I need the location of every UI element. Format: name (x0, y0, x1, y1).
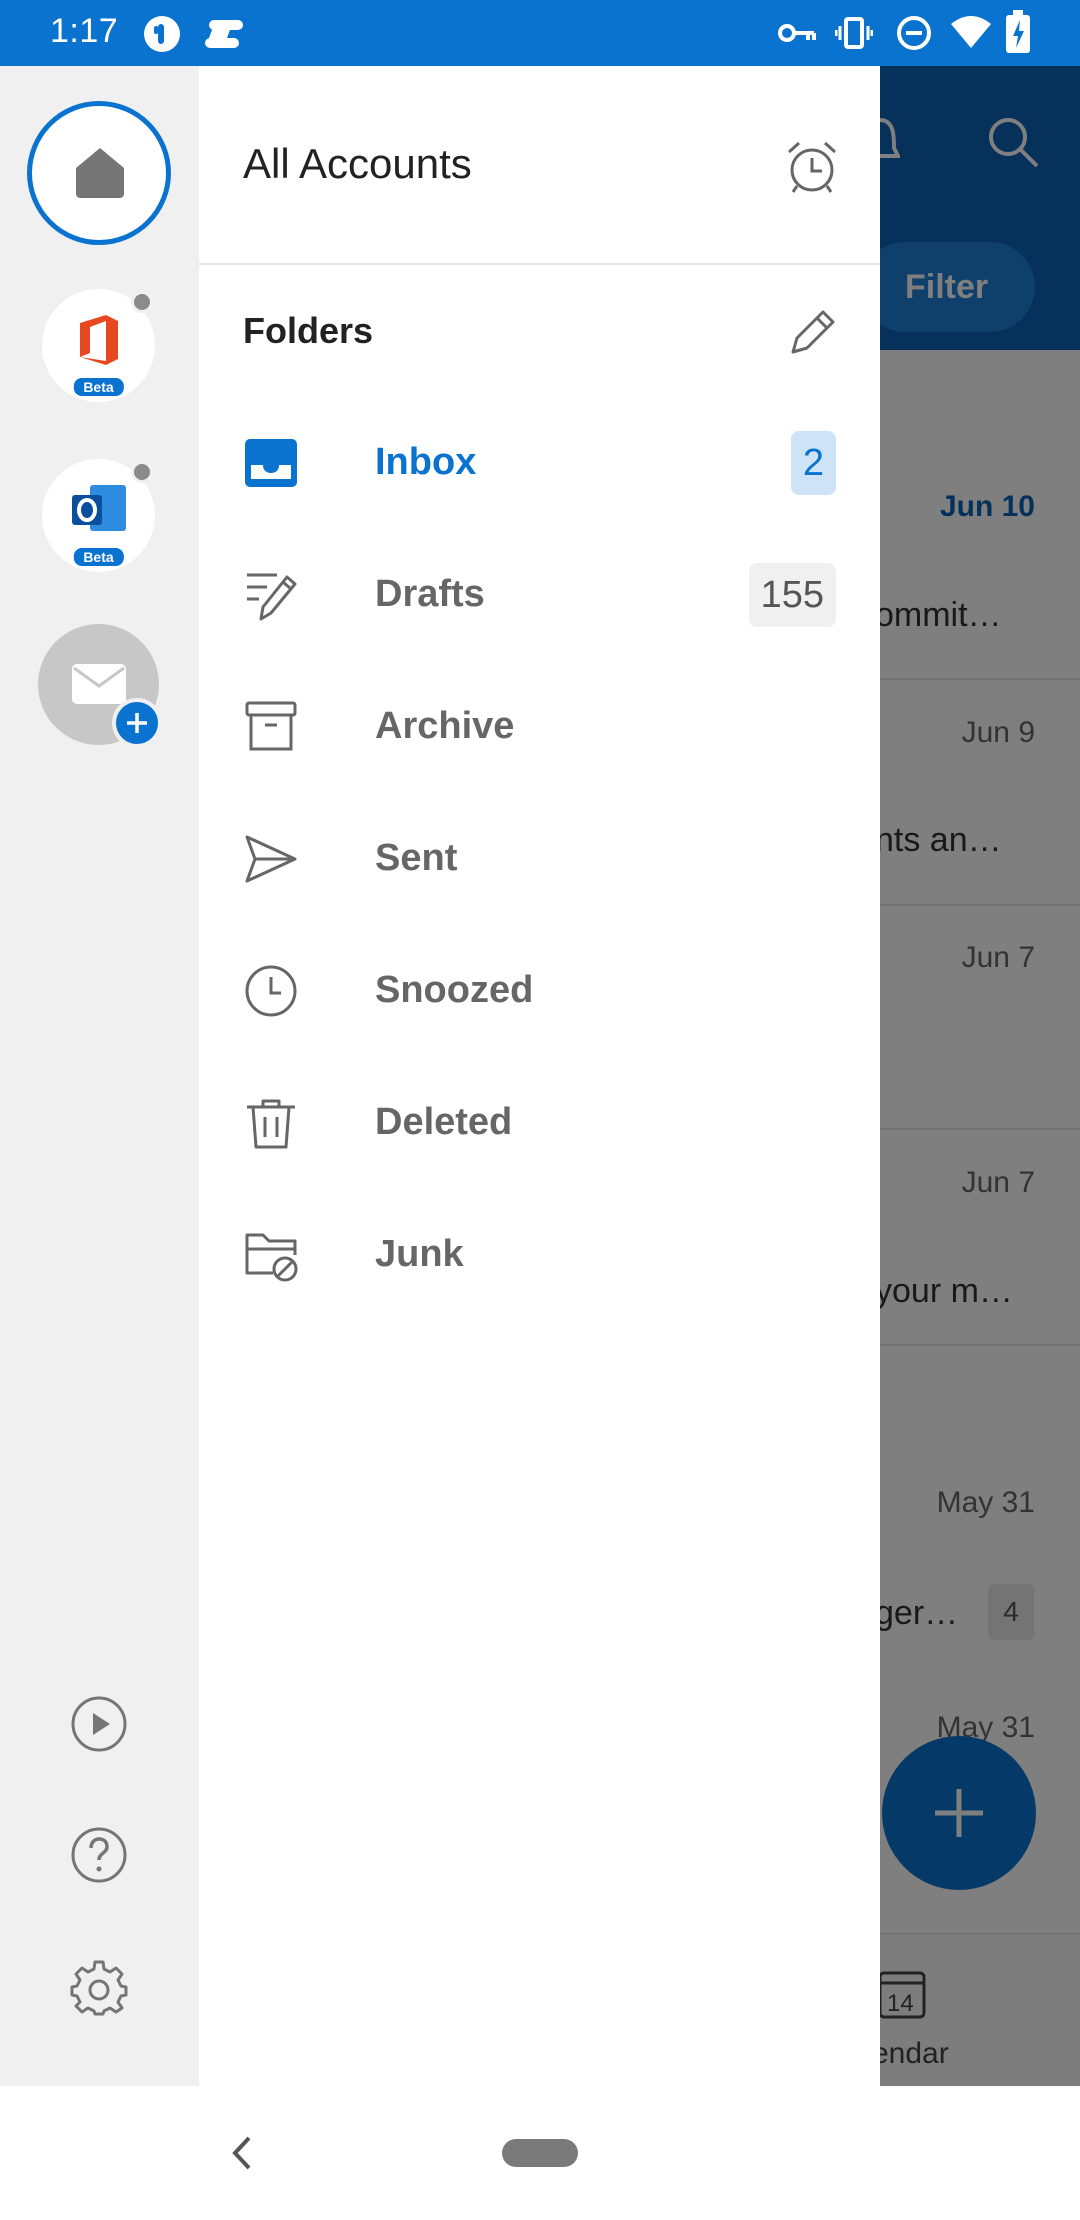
account-rail: Beta Beta (0, 66, 199, 2086)
folder-item-inbox[interactable]: Inbox 2 (199, 397, 880, 529)
junk-folder-icon (245, 1233, 298, 1282)
folder-label: Sent (375, 837, 458, 879)
back-chevron-icon[interactable] (225, 2126, 255, 2180)
battery-charging-icon (1006, 10, 1030, 53)
home-icon (76, 148, 124, 198)
drawer-title: All Accounts (243, 140, 472, 187)
folder-item-junk[interactable]: Junk (199, 1189, 880, 1321)
account-status-dot (131, 461, 153, 483)
office-beta-account-button[interactable]: Beta (42, 289, 155, 402)
folder-label: Drafts (375, 573, 485, 615)
folder-item-archive[interactable]: Archive (199, 661, 880, 793)
plus-icon (127, 713, 147, 733)
folder-item-deleted[interactable]: Deleted (199, 1057, 880, 1189)
folder-label: Inbox (375, 441, 477, 483)
outlook-beta-account-button[interactable]: Beta (42, 459, 155, 572)
folder-label: Deleted (375, 1101, 513, 1143)
archive-icon (245, 701, 297, 751)
status-time: 1:17 (50, 12, 119, 50)
dnd-icon (897, 16, 931, 50)
trash-icon (247, 1099, 295, 1149)
outlook-logo-icon (72, 485, 126, 531)
folders-section-title: Folders (243, 310, 374, 351)
vibrate-icon (835, 17, 873, 49)
beta-badge: Beta (73, 548, 124, 566)
settings-gear-icon[interactable] (70, 1959, 128, 2017)
account-status-dot (131, 291, 153, 313)
folder-item-sent[interactable]: Sent (199, 793, 880, 925)
status-bar: 1:17 (0, 0, 1080, 66)
play-icon[interactable] (70, 1695, 128, 1753)
folder-item-drafts[interactable]: Drafts 155 (199, 529, 880, 661)
drawer-divider (199, 263, 880, 265)
mail-icon (72, 664, 126, 704)
folder-label: Snoozed (375, 969, 534, 1011)
beta-badge: Beta (73, 378, 124, 396)
alarm-clock-icon[interactable] (785, 140, 839, 194)
drafts-icon (247, 573, 297, 621)
office-logo-icon (80, 315, 118, 365)
count-badge: 155 (748, 563, 836, 627)
snoozed-clock-icon (245, 965, 297, 1017)
sent-icon (245, 835, 297, 883)
app-icon (144, 16, 180, 52)
folder-item-snoozed[interactable]: Snoozed (199, 925, 880, 1057)
unread-count-badge: 2 (790, 431, 836, 495)
link-icon (205, 20, 243, 48)
inbox-icon (245, 439, 297, 487)
help-icon[interactable] (70, 1826, 128, 1884)
folder-label: Archive (375, 705, 515, 747)
folder-label: Junk (375, 1233, 464, 1275)
vpn-key-icon (778, 24, 816, 42)
home-account-button[interactable] (27, 101, 171, 245)
wifi-icon (951, 16, 991, 48)
folder-drawer: All Accounts Folders Inbox 2 Drafts 155 … (199, 66, 880, 2086)
add-account-plus-icon[interactable] (112, 698, 162, 748)
edit-pencil-icon[interactable] (787, 306, 839, 358)
home-gesture-pill[interactable] (502, 2139, 578, 2167)
system-nav-bar (0, 2086, 1080, 2220)
